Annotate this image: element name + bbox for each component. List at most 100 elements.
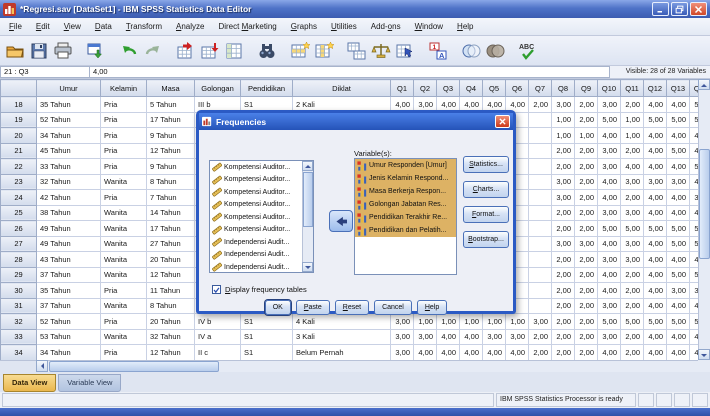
column-header-umur[interactable]: Umur (37, 80, 101, 97)
cell[interactable]: S1 (241, 345, 293, 361)
value-labels-icon[interactable]: 1A (426, 39, 450, 63)
cell[interactable] (529, 190, 552, 206)
cell[interactable]: Pria (101, 143, 147, 159)
column-header-q3[interactable]: Q3 (437, 80, 460, 97)
cell[interactable]: 4,00 (644, 345, 667, 361)
cell[interactable]: 2,00 (621, 283, 644, 299)
cell[interactable]: 4,00 (690, 143, 699, 159)
cell[interactable]: 4,00 (667, 298, 690, 314)
charts-button[interactable]: Charts... (463, 181, 509, 198)
menu-help[interactable]: Help (450, 20, 480, 33)
cell[interactable]: 2,00 (529, 329, 552, 345)
cell[interactable]: 4,00 (690, 174, 699, 190)
statistics-button[interactable]: Statistics... (463, 156, 509, 173)
cell[interactable]: 20 Tahun (147, 314, 195, 330)
cell[interactable]: 2,00 (621, 97, 644, 113)
cell[interactable] (529, 236, 552, 252)
cell[interactable]: S1 (241, 314, 293, 330)
cell[interactable]: Wanita (101, 221, 147, 237)
column-header-q6[interactable]: Q6 (506, 80, 529, 97)
menu-graphs[interactable]: Graphs (284, 20, 324, 33)
cell[interactable]: Wanita (101, 236, 147, 252)
horizontal-scroll-thumb[interactable] (49, 361, 219, 372)
cell[interactable]: 5,00 (690, 159, 699, 175)
cell[interactable]: 5,00 (667, 112, 690, 128)
cell[interactable]: 2,00 (575, 205, 598, 221)
cell[interactable]: 4,00 (667, 190, 690, 206)
cell[interactable]: Pria (101, 112, 147, 128)
spell-check-icon[interactable]: ABC (516, 39, 540, 63)
source-variable-item[interactable]: Independensi Audit... (210, 249, 302, 262)
cell[interactable]: 1,00 (483, 314, 506, 330)
cell[interactable]: 4,00 (644, 97, 667, 113)
cell[interactable]: 5,00 (644, 221, 667, 237)
cell[interactable]: 2,00 (575, 252, 598, 268)
dialog-title-bar[interactable]: Frequencies (199, 113, 513, 130)
cell[interactable]: Pria (101, 190, 147, 206)
row-header-33[interactable]: 33 (1, 329, 37, 345)
cell[interactable]: 3,00 (598, 205, 621, 221)
menu-add-ons[interactable]: Add-ons (364, 20, 408, 33)
selected-variable-item[interactable]: Umur Responden [Umur] (355, 159, 456, 172)
cell[interactable]: 4,00 (644, 252, 667, 268)
cell[interactable]: 2,00 (552, 345, 575, 361)
cell[interactable]: 5,00 (690, 314, 699, 330)
cell[interactable]: 9 Tahun (147, 128, 195, 144)
cell[interactable]: 4,00 (690, 205, 699, 221)
cell[interactable]: 32 Tahun (37, 174, 101, 190)
row-header-32[interactable]: 32 (1, 314, 37, 330)
cell[interactable]: 5,00 (667, 221, 690, 237)
cell[interactable]: 3,00 (621, 236, 644, 252)
cell[interactable]: 4,00 (644, 329, 667, 345)
cell[interactable]: 3,00 (690, 190, 699, 206)
cell[interactable]: 5,00 (598, 221, 621, 237)
cell[interactable]: 3,00 (667, 174, 690, 190)
list-scroll-thumb[interactable] (303, 172, 313, 227)
cell[interactable] (529, 267, 552, 283)
cell[interactable]: IV b (195, 314, 241, 330)
cell[interactable]: 20 Tahun (147, 252, 195, 268)
menu-edit[interactable]: Edit (29, 20, 57, 33)
cell[interactable]: 3,00 (598, 159, 621, 175)
selected-variable-item[interactable]: Pendidikan dan Pelatih... (355, 224, 456, 237)
cell[interactable]: 2,00 (552, 298, 575, 314)
cell[interactable]: 5,00 (667, 314, 690, 330)
cell[interactable]: Pria (101, 159, 147, 175)
cell[interactable]: 2,00 (621, 267, 644, 283)
cell[interactable]: 2,00 (621, 329, 644, 345)
row-header-22[interactable]: 22 (1, 159, 37, 175)
row-header-34[interactable]: 34 (1, 345, 37, 361)
menu-window[interactable]: Window (408, 20, 450, 33)
cell[interactable] (529, 174, 552, 190)
cell[interactable]: 2,00 (575, 345, 598, 361)
cell[interactable]: 12 Tahun (147, 345, 195, 361)
variables-icon[interactable] (222, 39, 246, 63)
cell[interactable]: 2,00 (621, 345, 644, 361)
cell[interactable]: Wanita (101, 205, 147, 221)
cell[interactable]: 2,00 (529, 97, 552, 113)
column-header-pendidikan[interactable]: Pendidikan (241, 80, 293, 97)
cell[interactable]: Pria (101, 97, 147, 113)
cell[interactable]: 1,00 (621, 112, 644, 128)
cell[interactable]: 4 Kali (293, 314, 391, 330)
open-file-icon[interactable] (3, 39, 27, 63)
bootstrap-button[interactable]: Bootstrap... (463, 231, 509, 248)
row-header-26[interactable]: 26 (1, 221, 37, 237)
cell[interactable]: 1,00 (506, 314, 529, 330)
row-header-20[interactable]: 20 (1, 128, 37, 144)
cell[interactable]: 5,00 (690, 221, 699, 237)
row-header-21[interactable]: 21 (1, 143, 37, 159)
cell[interactable]: 4,00 (598, 345, 621, 361)
menu-data[interactable]: Data (88, 20, 119, 33)
move-variable-button[interactable] (329, 210, 353, 232)
cell[interactable] (529, 283, 552, 299)
cell[interactable]: 52 Tahun (37, 314, 101, 330)
cell[interactable]: 2,00 (529, 345, 552, 361)
cell[interactable]: 38 Tahun (37, 205, 101, 221)
vertical-scroll-thumb[interactable] (699, 149, 710, 259)
cell[interactable]: 5,00 (598, 112, 621, 128)
save-icon[interactable] (27, 39, 51, 63)
cell[interactable]: 2,00 (552, 221, 575, 237)
cell[interactable]: 2,00 (575, 298, 598, 314)
cell[interactable]: 2,00 (552, 329, 575, 345)
